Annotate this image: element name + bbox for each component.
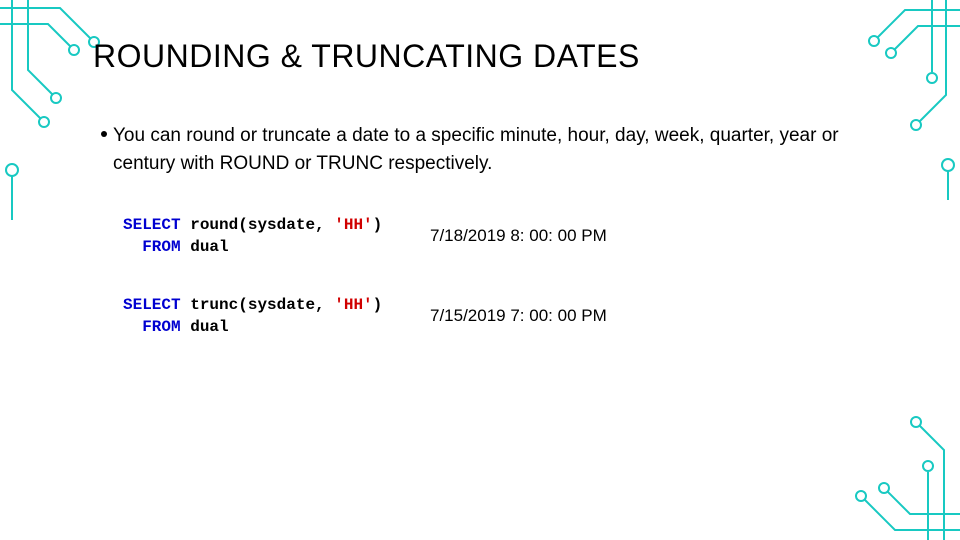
bullet-item: You can round or truncate a date to a sp… — [101, 122, 920, 177]
circuit-decoration-bottom-right — [810, 380, 960, 540]
circuit-decoration-top-left — [0, 0, 110, 220]
sql-output-round: 7/18/2019 8: 00: 00 PM — [430, 226, 607, 246]
bullet-dot-icon — [101, 131, 107, 137]
sql-code-round: SELECT round(sysdate, 'HH') FROM dual — [123, 215, 382, 258]
sql-code-trunc: SELECT trunc(sysdate, 'HH') FROM dual — [123, 295, 382, 338]
slide-title: ROUNDING & TRUNCATING DATES — [93, 38, 640, 75]
sql-output-trunc: 7/15/2019 7: 00: 00 PM — [430, 306, 607, 326]
bullet-text: You can round or truncate a date to a sp… — [113, 122, 893, 177]
